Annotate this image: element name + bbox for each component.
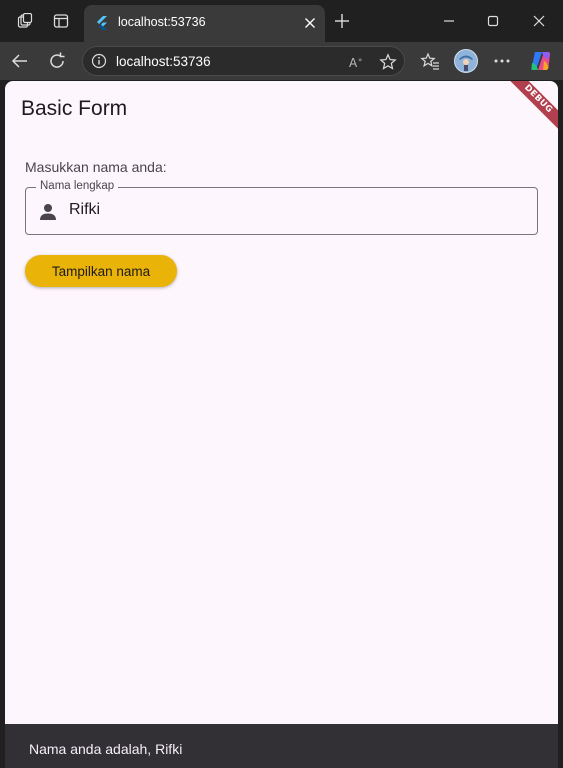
flutter-icon (94, 15, 110, 31)
profile-avatar[interactable] (454, 49, 478, 73)
refresh-icon[interactable] (47, 51, 67, 71)
debug-banner: DEBUG (498, 81, 558, 140)
svg-text:»: » (358, 56, 362, 64)
browser-window: localhost:53736 localhost:53736 A » Basi… (0, 0, 563, 768)
favorites-icon[interactable] (420, 51, 440, 71)
read-aloud-icon[interactable]: A» (348, 53, 366, 71)
name-prompt-label: Masukkan nama anda: (25, 159, 167, 175)
name-field-label: Nama lengkap (36, 180, 119, 192)
close-icon[interactable] (302, 15, 318, 31)
window-close-icon[interactable] (530, 12, 548, 30)
snackbar: Nama anda adalah, Rifki (5, 724, 558, 768)
person-icon (37, 201, 59, 223)
tab-strip: localhost:53736 (0, 0, 563, 42)
tab-active[interactable]: localhost:53736 (84, 5, 325, 42)
address-bar[interactable]: localhost:53736 A» (82, 46, 405, 76)
workspaces-icon[interactable] (16, 12, 34, 30)
svg-text:A: A (349, 56, 358, 70)
browser-toolbar: localhost:53736 A» (0, 42, 563, 80)
page-title: Basic Form (21, 97, 128, 120)
minimize-icon[interactable] (440, 12, 458, 30)
new-tab-icon[interactable] (333, 12, 351, 30)
address-text[interactable]: localhost:53736 (116, 54, 211, 69)
maximize-icon[interactable] (484, 12, 502, 30)
favorite-star-icon[interactable] (379, 53, 397, 71)
more-options-icon[interactable] (492, 51, 512, 71)
tab-title: localhost:53736 (118, 15, 206, 29)
vertical-tabs-icon[interactable] (52, 12, 70, 30)
page-viewport: Basic Form DEBUG Masukkan nama anda: Nam… (5, 81, 558, 724)
name-field[interactable]: Nama lengkap (25, 180, 538, 235)
name-input[interactable] (69, 201, 509, 219)
back-arrow-icon[interactable] (10, 51, 30, 71)
copilot-icon[interactable] (529, 50, 551, 72)
info-icon[interactable] (91, 53, 107, 69)
show-name-button[interactable]: Tampilkan nama (25, 255, 177, 287)
snackbar-message: Nama anda adalah, Rifki (29, 741, 183, 757)
